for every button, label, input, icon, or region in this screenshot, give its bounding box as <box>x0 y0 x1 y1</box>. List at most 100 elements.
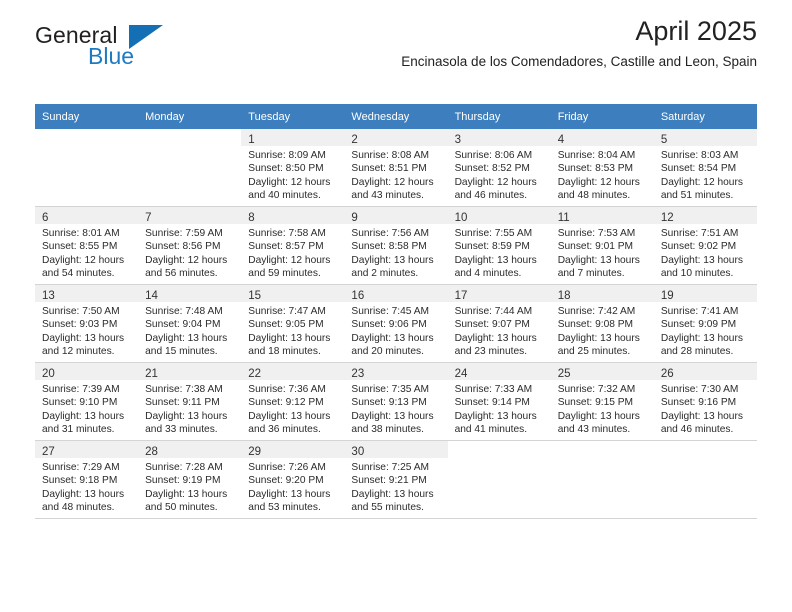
calendar-day-cell[interactable]: 7 Sunrise: 7:59 AM Sunset: 8:56 PM Daylight… <box>138 206 242 285</box>
day-cell-content: 25 Sunrise: 7:32 AM Sunset: 9:15 PM Dayligh… <box>550 363 654 440</box>
day-details: Sunrise: 7:47 AM Sunset: 9:05 PM Daylight:… <box>241 302 344 358</box>
calendar-day-cell[interactable]: 22 Sunrise: 7:36 AM Sunset: 9:12 PM Dayligh… <box>241 362 345 441</box>
calendar-day-cell[interactable]: 15 Sunrise: 7:47 AM Sunset: 9:05 PM Dayligh… <box>241 284 345 363</box>
daylight-text-line2: and 43 minutes. <box>557 423 631 435</box>
calendar-day-cell[interactable]: 18 Sunrise: 7:42 AM Sunset: 9:08 PM Dayligh… <box>550 284 654 363</box>
daylight-text-line1: Daylight: 13 hours <box>660 410 743 422</box>
day-details: Sunrise: 7:33 AM Sunset: 9:14 PM Daylight:… <box>448 380 551 436</box>
calendar-day-cell[interactable]: 10 Sunrise: 7:55 AM Sunset: 8:59 PM Dayligh… <box>447 206 551 285</box>
day-number: 12 <box>660 212 674 224</box>
day-number-bar <box>138 129 241 146</box>
day-details: Sunrise: 7:58 AM Sunset: 8:57 PM Daylight:… <box>241 224 344 280</box>
calendar-empty-cell <box>138 129 242 207</box>
day-cell-content <box>447 441 551 518</box>
day-number-bar: 26 <box>653 363 757 380</box>
day-details: Sunrise: 7:59 AM Sunset: 8:56 PM Daylight:… <box>138 224 241 280</box>
day-cell-content <box>550 441 654 518</box>
calendar-day-cell[interactable]: 20 Sunrise: 7:39 AM Sunset: 9:10 PM Dayligh… <box>35 362 139 441</box>
day-number-bar <box>448 441 551 458</box>
day-number-bar: 25 <box>550 363 654 380</box>
day-cell-content: 29 Sunrise: 7:26 AM Sunset: 9:20 PM Dayligh… <box>241 441 345 518</box>
calendar-day-cell[interactable]: 17 Sunrise: 7:44 AM Sunset: 9:07 PM Dayligh… <box>447 284 551 363</box>
sunrise-text: Sunrise: 8:09 AM <box>248 150 326 161</box>
weekday-header-monday: Monday <box>138 104 242 129</box>
day-number-bar: 30 <box>344 441 448 458</box>
calendar-week-row: 13 Sunrise: 7:50 AM Sunset: 9:03 PM Dayligh… <box>35 284 757 363</box>
calendar-day-cell[interactable]: 28 Sunrise: 7:28 AM Sunset: 9:19 PM Dayligh… <box>138 440 242 519</box>
daylight-text-line1: Daylight: 13 hours <box>42 488 125 500</box>
day-number: 13 <box>42 290 55 302</box>
day-details: Sunrise: 7:30 AM Sunset: 9:16 PM Daylight:… <box>654 380 757 436</box>
daylight-text-line1: Daylight: 13 hours <box>42 410 125 422</box>
calendar-day-cell[interactable]: 26 Sunrise: 7:30 AM Sunset: 9:16 PM Dayligh… <box>653 362 757 441</box>
daylight-text-line1: Daylight: 12 hours <box>248 176 331 188</box>
calendar-week-row: 20 Sunrise: 7:39 AM Sunset: 9:10 PM Dayligh… <box>35 362 757 441</box>
sunrise-text: Sunrise: 8:06 AM <box>454 150 533 161</box>
calendar-day-cell[interactable]: 24 Sunrise: 7:33 AM Sunset: 9:14 PM Dayligh… <box>447 362 551 441</box>
day-number: 25 <box>557 368 571 380</box>
daylight-text-line1: Daylight: 13 hours <box>557 254 640 266</box>
weekday-header-saturday: Saturday <box>653 104 757 129</box>
calendar-day-cell[interactable]: 11 Sunrise: 7:53 AM Sunset: 9:01 PM Dayligh… <box>550 206 654 285</box>
calendar-day-cell[interactable]: 5 Sunrise: 8:03 AM Sunset: 8:54 PM Daylight… <box>653 129 757 207</box>
day-cell-content: 13 Sunrise: 7:50 AM Sunset: 9:03 PM Dayligh… <box>35 285 139 362</box>
daylight-text-line2: and 53 minutes. <box>248 501 321 513</box>
calendar-day-cell[interactable]: 13 Sunrise: 7:50 AM Sunset: 9:03 PM Dayligh… <box>35 284 139 363</box>
calendar-day-cell[interactable]: 16 Sunrise: 7:45 AM Sunset: 9:06 PM Dayligh… <box>344 284 448 363</box>
calendar-day-cell[interactable]: 23 Sunrise: 7:35 AM Sunset: 9:13 PM Dayligh… <box>344 362 448 441</box>
day-details: Sunrise: 7:50 AM Sunset: 9:03 PM Daylight:… <box>35 302 138 358</box>
day-cell-content: 28 Sunrise: 7:28 AM Sunset: 9:19 PM Dayligh… <box>138 441 242 518</box>
calendar-day-cell[interactable]: 25 Sunrise: 7:32 AM Sunset: 9:15 PM Dayligh… <box>550 362 654 441</box>
daylight-text-line2: and 54 minutes. <box>42 267 115 279</box>
sunset-text: Sunset: 9:07 PM <box>454 319 530 331</box>
sunrise-text: Sunrise: 7:53 AM <box>557 228 636 239</box>
calendar-day-cell[interactable]: 2 Sunrise: 8:08 AM Sunset: 8:51 PM Daylight… <box>344 129 448 207</box>
daylight-text-line2: and 23 minutes. <box>454 345 528 357</box>
calendar-day-cell[interactable]: 14 Sunrise: 7:48 AM Sunset: 9:04 PM Dayligh… <box>138 284 242 363</box>
day-cell-content: 5 Sunrise: 8:03 AM Sunset: 8:54 PM Daylight… <box>653 129 757 206</box>
day-number: 1 <box>248 134 255 146</box>
calendar-day-cell[interactable]: 27 Sunrise: 7:29 AM Sunset: 9:18 PM Dayligh… <box>35 440 139 519</box>
daylight-text-line2: and 2 minutes. <box>351 267 419 279</box>
calendar-day-cell[interactable]: 3 Sunrise: 8:06 AM Sunset: 8:52 PM Daylight… <box>447 129 551 207</box>
day-cell-content: 15 Sunrise: 7:47 AM Sunset: 9:05 PM Dayligh… <box>241 285 345 362</box>
calendar-day-cell[interactable]: 21 Sunrise: 7:38 AM Sunset: 9:11 PM Dayligh… <box>138 362 242 441</box>
calendar-day-cell[interactable]: 6 Sunrise: 8:01 AM Sunset: 8:55 PM Daylight… <box>35 206 139 285</box>
sunrise-text: Sunrise: 7:55 AM <box>454 228 533 239</box>
sunrise-text: Sunrise: 7:42 AM <box>557 306 636 317</box>
calendar-body: 1 Sunrise: 8:09 AM Sunset: 8:50 PM Daylight… <box>35 129 757 519</box>
daylight-text-line2: and 15 minutes. <box>145 345 218 357</box>
day-details: Sunrise: 7:45 AM Sunset: 9:06 PM Daylight:… <box>344 302 447 358</box>
daylight-text-line1: Daylight: 13 hours <box>248 410 331 422</box>
calendar-day-cell[interactable]: 9 Sunrise: 7:56 AM Sunset: 8:58 PM Daylight… <box>344 206 448 285</box>
general-blue-logo[interactable]: General Blue <box>35 22 225 72</box>
sunset-text: Sunset: 8:58 PM <box>351 241 427 253</box>
day-number-bar <box>551 441 654 458</box>
calendar-header-row: Sunday Monday Tuesday Wednesday Thursday… <box>35 104 757 129</box>
day-number-bar: 17 <box>447 285 551 302</box>
calendar-day-cell[interactable]: 12 Sunrise: 7:51 AM Sunset: 9:02 PM Dayligh… <box>653 206 757 285</box>
calendar-day-cell[interactable]: 29 Sunrise: 7:26 AM Sunset: 9:20 PM Dayligh… <box>241 440 345 519</box>
calendar-day-cell[interactable]: 1 Sunrise: 8:09 AM Sunset: 8:50 PM Daylight… <box>241 129 345 207</box>
sunset-text: Sunset: 8:59 PM <box>454 241 530 253</box>
calendar-day-cell[interactable]: 4 Sunrise: 8:04 AM Sunset: 8:53 PM Daylight… <box>550 129 654 207</box>
sunrise-text: Sunrise: 7:44 AM <box>454 306 533 317</box>
page-title: April 2025 <box>635 16 757 46</box>
daylight-text-line1: Daylight: 13 hours <box>351 332 434 344</box>
daylight-text-line1: Daylight: 13 hours <box>145 332 228 344</box>
sunset-text: Sunset: 9:19 PM <box>145 475 221 487</box>
day-number-bar: 19 <box>653 285 757 302</box>
sunrise-text: Sunrise: 8:04 AM <box>557 150 636 161</box>
sunrise-text: Sunrise: 7:47 AM <box>248 306 326 317</box>
calendar-day-cell[interactable]: 8 Sunrise: 7:58 AM Sunset: 8:57 PM Daylight… <box>241 206 345 285</box>
day-details: Sunrise: 8:08 AM Sunset: 8:51 PM Daylight:… <box>344 146 447 202</box>
calendar-day-cell[interactable]: 19 Sunrise: 7:41 AM Sunset: 9:09 PM Dayligh… <box>653 284 757 363</box>
day-cell-content: 11 Sunrise: 7:53 AM Sunset: 9:01 PM Dayligh… <box>550 207 654 284</box>
day-number: 27 <box>42 446 55 458</box>
calendar-day-cell[interactable]: 30 Sunrise: 7:25 AM Sunset: 9:21 PM Dayligh… <box>344 440 448 519</box>
sunrise-text: Sunrise: 7:30 AM <box>660 384 739 395</box>
day-details: Sunrise: 7:39 AM Sunset: 9:10 PM Daylight:… <box>35 380 138 436</box>
day-details: Sunrise: 7:28 AM Sunset: 9:19 PM Daylight:… <box>138 458 241 514</box>
calendar-week-row: 6 Sunrise: 8:01 AM Sunset: 8:55 PM Daylight… <box>35 206 757 285</box>
sunrise-text: Sunrise: 7:41 AM <box>660 306 739 317</box>
